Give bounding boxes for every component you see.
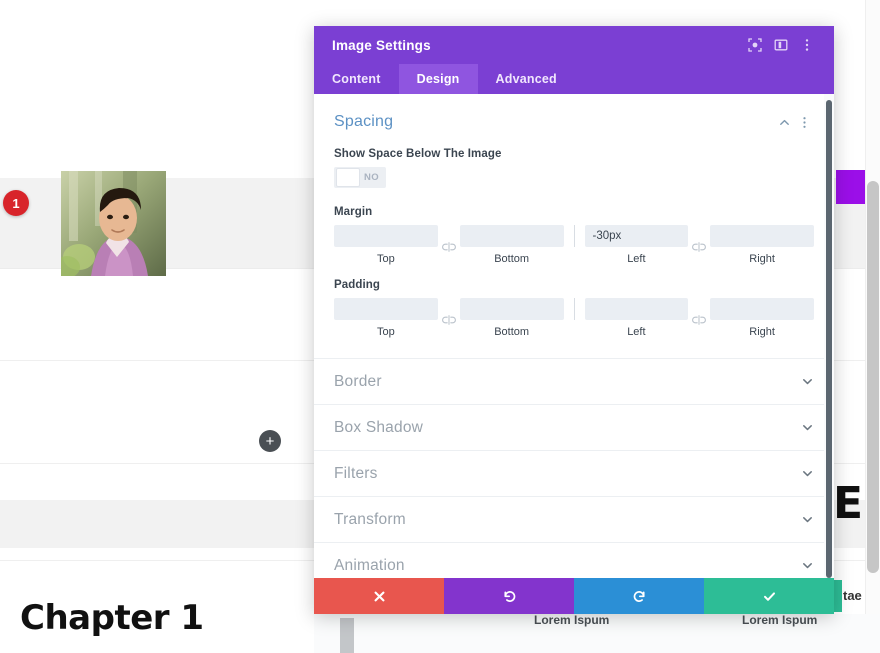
margin-left-field: Left [584, 225, 689, 265]
side-text-fragment: tae [843, 588, 862, 603]
field-divider [573, 225, 575, 247]
grey-placeholder-block [340, 618, 354, 653]
chevron-down-icon[interactable] [801, 375, 814, 388]
modal-scrollbar[interactable] [824, 94, 834, 578]
padding-bottom-field: Bottom [459, 298, 564, 338]
section-label-box-shadow: Box Shadow [334, 418, 424, 436]
broken-link-icon[interactable] [688, 311, 710, 325]
margin-left-input[interactable] [584, 225, 689, 247]
spacing-section-header: Spacing [334, 112, 814, 132]
margin-bottom-input[interactable] [459, 225, 564, 247]
chevron-down-icon[interactable] [801, 467, 814, 480]
margin-bottom-field: Bottom [459, 225, 564, 265]
redo-button[interactable] [574, 578, 704, 614]
margin-right-caption: Right [749, 253, 775, 265]
margin-left-caption: Left [627, 253, 646, 265]
image-settings-modal: Image Settings Content Design Advanced S… [314, 26, 834, 614]
section-row-filters[interactable]: Filters [314, 450, 834, 496]
undo-button[interactable] [444, 578, 574, 614]
modal-tabs: Content Design Advanced [314, 64, 834, 94]
check-icon [763, 591, 775, 601]
modal-footer [314, 578, 834, 614]
show-space-label: Show Space Below The Image [334, 148, 502, 160]
plus-icon: + [265, 432, 275, 450]
spacing-title: Spacing [334, 113, 394, 130]
padding-right-input[interactable] [710, 298, 814, 320]
redo-icon [633, 590, 645, 602]
focus-icon[interactable] [742, 32, 768, 58]
padding-bottom-caption: Bottom [494, 326, 530, 338]
padding-top-caption: Top [377, 326, 395, 338]
margin-right-input[interactable] [710, 225, 814, 247]
tab-advanced[interactable]: Advanced [478, 64, 575, 94]
modal-scrollbar-thumb[interactable] [826, 100, 832, 578]
section-row-box-shadow[interactable]: Box Shadow [314, 404, 834, 450]
toggle-state-text: NO [363, 172, 379, 183]
padding-top-field: Top [334, 298, 438, 338]
section-row-animation[interactable]: Animation [314, 542, 834, 578]
margin-right-field: Right [710, 225, 814, 265]
chapter-title: Chapter 1 [20, 598, 204, 638]
tab-content[interactable]: Content [314, 64, 399, 94]
section-label-border: Border [334, 372, 382, 390]
padding-left-caption: Left [627, 326, 646, 338]
margin-group: Margin Top Bottom -30px Left Right [334, 206, 814, 265]
more-vertical-icon[interactable] [794, 32, 820, 58]
page-scrollbar-thumb[interactable] [867, 181, 879, 573]
broken-link-icon[interactable] [438, 238, 460, 252]
section-row-border[interactable]: Border [314, 358, 834, 404]
padding-left-field: Left [584, 298, 689, 338]
page-scrollbar[interactable] [865, 0, 880, 653]
padding-top-input[interactable] [334, 298, 438, 320]
section-row-transform[interactable]: Transform [314, 496, 834, 542]
close-icon [374, 591, 384, 601]
margin-top-caption: Top [377, 253, 395, 265]
padding-right-field: Right [710, 298, 814, 338]
module-caption-right: Lorem Ispum [742, 613, 818, 627]
cancel-button[interactable] [314, 578, 444, 614]
layout-columns-icon[interactable] [768, 32, 794, 58]
chevron-up-icon[interactable] [774, 112, 794, 132]
module-caption-left: Lorem Ispum [534, 613, 610, 627]
padding-bottom-input[interactable] [459, 298, 564, 320]
section-label-transform: Transform [334, 510, 406, 528]
section-label-filters: Filters [334, 464, 378, 482]
spacing-section: Spacing Show Space Below The Image NO Ma… [314, 94, 834, 358]
broken-link-icon[interactable] [688, 238, 710, 252]
section-label-animation: Animation [334, 556, 405, 574]
add-module-button[interactable]: + [259, 430, 281, 452]
margin-label: Margin [334, 206, 373, 218]
modal-title: Image Settings [332, 37, 431, 53]
padding-left-input[interactable] [584, 298, 689, 320]
more-vertical-icon[interactable] [794, 112, 814, 132]
modal-body: Spacing Show Space Below The Image NO Ma… [314, 94, 834, 578]
margin-bottom-caption: Bottom [494, 253, 530, 265]
field-divider [573, 298, 575, 320]
show-space-toggle-row: Show Space Below The Image NO [334, 148, 814, 188]
heading-fragment: E [833, 478, 863, 529]
modal-header: Image Settings [314, 26, 834, 64]
chevron-down-icon[interactable] [801, 421, 814, 434]
undo-icon [503, 590, 515, 602]
padding-label: Padding [334, 279, 381, 291]
padding-group: Padding Top Bottom Left Right [334, 279, 814, 338]
tab-design[interactable]: Design [398, 64, 478, 94]
show-space-toggle[interactable]: NO [334, 167, 386, 188]
save-button[interactable] [704, 578, 834, 614]
margin-top-input[interactable] [334, 225, 438, 247]
step-badge: 1 [3, 190, 29, 216]
toggle-knob [336, 168, 360, 187]
chevron-down-icon[interactable] [801, 513, 814, 526]
padding-right-caption: Right [749, 326, 775, 338]
portrait-image[interactable] [61, 171, 166, 276]
chevron-down-icon[interactable] [801, 559, 814, 572]
margin-top-field: Top [334, 225, 438, 265]
broken-link-icon[interactable] [438, 311, 460, 325]
